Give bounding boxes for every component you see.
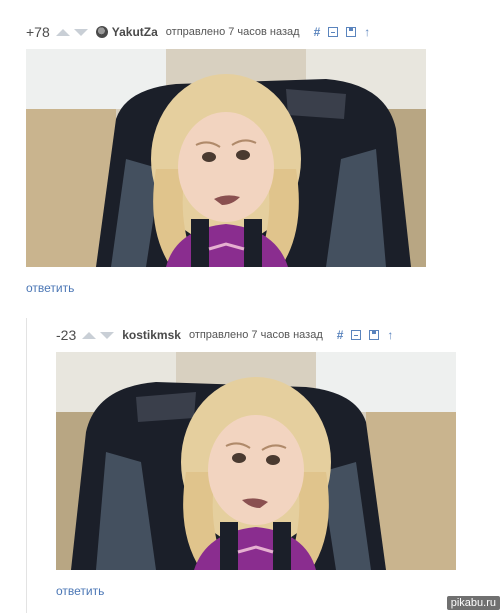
comment-image[interactable] <box>26 49 426 267</box>
minus-box-icon <box>351 330 362 340</box>
comment-rating: -23 <box>56 327 77 343</box>
collapse-button[interactable] <box>351 330 362 340</box>
comment-timestamp: отправлено 7 часов назад <box>188 329 323 341</box>
comment-image[interactable] <box>56 352 456 570</box>
site-watermark: pikabu.ru <box>446 596 500 610</box>
thread-line <box>26 318 27 613</box>
collapse-button[interactable] <box>328 27 339 37</box>
comment-1: +78 YakutZa отправлено 7 часов назад # ↑ <box>26 21 504 297</box>
parent-comment-button[interactable]: ↑ <box>364 25 370 39</box>
comment-2: -23 kostikmsk отправлено 7 часов назад #… <box>56 324 504 600</box>
minus-box-icon <box>328 27 339 37</box>
comment-header: -23 kostikmsk отправлено 7 часов назад #… <box>56 324 504 346</box>
reply-link[interactable]: ответить <box>56 584 104 598</box>
vote-up-icon[interactable] <box>55 28 70 36</box>
avatar[interactable] <box>95 26 108 38</box>
permalink-button[interactable]: # <box>314 25 321 39</box>
comment-timestamp: отправлено 7 часов назад <box>165 26 300 38</box>
vote-down-icon[interactable] <box>73 28 88 36</box>
username-link[interactable]: YakutZa <box>112 25 158 39</box>
save-button[interactable] <box>346 27 357 37</box>
comment-rating: +78 <box>26 24 50 40</box>
save-icon <box>369 330 380 340</box>
girl-in-car-seat-image <box>56 352 456 570</box>
permalink-button[interactable]: # <box>337 328 344 342</box>
save-button[interactable] <box>369 330 380 340</box>
username-link[interactable]: kostikmsk <box>122 328 181 342</box>
comment-header: +78 YakutZa отправлено 7 часов назад # ↑ <box>26 21 504 43</box>
vote-down-icon[interactable] <box>100 331 115 339</box>
parent-comment-button[interactable]: ↑ <box>387 328 393 342</box>
girl-in-car-seat-image <box>26 49 426 267</box>
reply-link[interactable]: ответить <box>26 281 74 295</box>
vote-up-icon[interactable] <box>82 331 97 339</box>
save-icon <box>346 27 357 37</box>
